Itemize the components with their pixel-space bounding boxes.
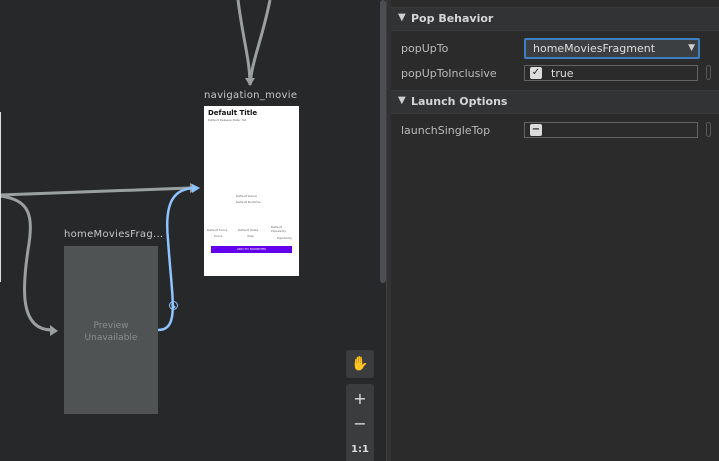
preview-unavailable-text: Preview Unavailable bbox=[64, 320, 158, 344]
destination-navigation-movie[interactable]: Default Title Default Release Date: Yet … bbox=[204, 106, 299, 276]
zoom-out-button[interactable]: − bbox=[346, 414, 374, 433]
destination-label-home-movies: homeMoviesFrag... bbox=[64, 229, 164, 240]
destination-home-movies-fragment[interactable]: Preview Unavailable bbox=[64, 246, 158, 414]
navigation-graph-canvas[interactable]: navigation_movie Default Title Default R… bbox=[0, 0, 386, 461]
pop-behavior-section-header[interactable]: ▼ Pop Behavior bbox=[391, 7, 719, 31]
selected-action-arrowhead bbox=[192, 184, 200, 193]
preview-score-sub: Score bbox=[214, 234, 223, 238]
preview-votes-sub: Vote bbox=[247, 234, 254, 238]
incoming-edge-arrowhead bbox=[245, 78, 255, 86]
launch-options-section-header[interactable]: ▼ Launch Options bbox=[391, 90, 719, 114]
incoming-edge-left bbox=[236, 0, 252, 86]
popuptoinclusive-value: true bbox=[551, 67, 574, 80]
preview-runtime: Default Runtime bbox=[236, 200, 261, 204]
preview-add-favorites-button: ADD TO FAVORITES bbox=[211, 246, 292, 253]
zoom-in-button[interactable]: + bbox=[346, 389, 374, 408]
attributes-panel: ▼ Pop Behavior popUpTo homeMoviesFragmen… bbox=[391, 0, 719, 461]
popupto-dropdown[interactable]: homeMoviesFragment ▼ bbox=[524, 38, 700, 59]
launchsingletop-side-handle[interactable] bbox=[706, 122, 711, 137]
launchsingletop-label: launchSingleTop bbox=[401, 124, 491, 137]
popuptoinclusive-label: popUpToInclusive bbox=[401, 67, 497, 80]
launch-options-title: Launch Options bbox=[411, 95, 508, 108]
collapse-triangle-icon: ▼ bbox=[398, 12, 406, 23]
preview-unavailable-line2: Unavailable bbox=[84, 333, 138, 343]
popuptoinclusive-side-handle[interactable] bbox=[706, 65, 711, 80]
pop-behavior-title: Pop Behavior bbox=[411, 12, 494, 25]
preview-score-label: Default Score bbox=[207, 228, 228, 232]
selected-action-edge bbox=[157, 186, 197, 332]
launchsingletop-field[interactable]: − bbox=[524, 122, 698, 138]
popuptoinclusive-field[interactable]: ✓ true bbox=[524, 65, 698, 81]
preview-unavailable-line1: Preview bbox=[93, 321, 129, 331]
hand-icon: ✋ bbox=[351, 356, 369, 372]
zoom-reset-button[interactable]: 1:1 bbox=[346, 444, 374, 455]
destination-label-navigation-movie: navigation_movie bbox=[204, 90, 298, 101]
checkbox-checked-icon[interactable]: ✓ bbox=[530, 67, 542, 79]
dropdown-arrow-icon: ▼ bbox=[688, 43, 695, 53]
pan-tool-button[interactable]: ✋ bbox=[346, 350, 374, 378]
preview-subtitle: Default Release Date: Yet bbox=[208, 118, 247, 122]
collapse-triangle-icon: ▼ bbox=[398, 95, 406, 106]
preview-votes-label: Default Votes bbox=[238, 228, 259, 232]
action-edges bbox=[0, 0, 272, 336]
incoming-edge-right bbox=[248, 0, 272, 86]
edge-to-home-fragment bbox=[0, 194, 53, 332]
edge-arrowhead-home bbox=[50, 325, 58, 336]
edge-to-navigation-movie bbox=[0, 186, 191, 197]
zoom-controls: + − 1:1 bbox=[346, 384, 374, 461]
popupto-value: homeMoviesFragment bbox=[533, 42, 656, 55]
preview-genre: Default Genre bbox=[236, 194, 257, 198]
popupto-label: popUpTo bbox=[401, 42, 449, 55]
preview-popularity-sub: Popularity bbox=[277, 236, 293, 240]
preview-title: Default Title bbox=[208, 109, 258, 117]
pop-behavior-icon[interactable] bbox=[169, 301, 178, 310]
preview-popularity-label: Default Popularity bbox=[271, 225, 287, 233]
checkbox-indeterminate-icon[interactable]: − bbox=[530, 124, 542, 136]
